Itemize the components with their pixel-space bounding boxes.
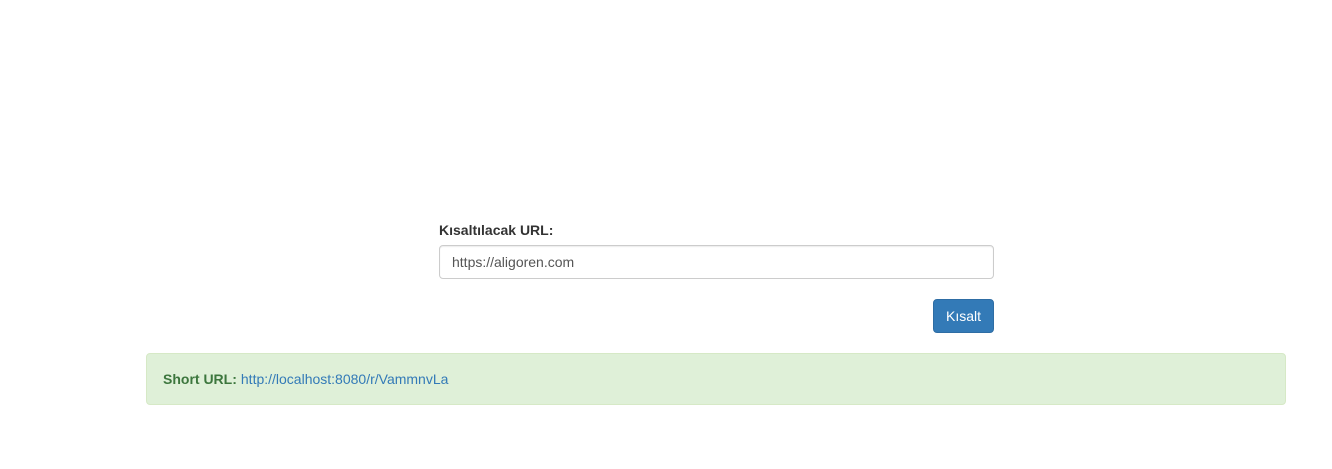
short-url-alert: Short URL: http://localhost:8080/r/Vammn…	[146, 353, 1286, 405]
url-form-group: Kısaltılacak URL:	[439, 221, 994, 279]
url-input-label: Kısaltılacak URL:	[439, 222, 554, 238]
short-url-label: Short URL:	[163, 371, 237, 387]
shorten-button[interactable]: Kısalt	[933, 299, 994, 333]
page: Kısaltılacak URL: Kısalt Short URL: http…	[0, 0, 1332, 469]
url-input[interactable]	[439, 245, 994, 279]
short-url-link[interactable]: http://localhost:8080/r/VammnvLa	[241, 371, 449, 387]
